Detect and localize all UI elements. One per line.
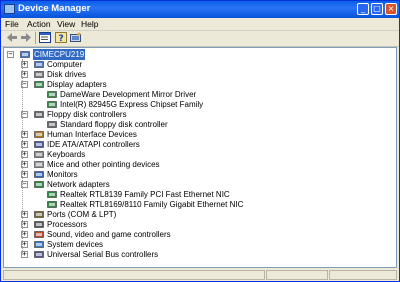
- sound-icon: [34, 230, 44, 239]
- monitor-icon: [34, 170, 44, 179]
- tree-connector-line: [22, 59, 23, 255]
- toolbar-separator: [35, 32, 36, 44]
- floppy-controller-icon: [34, 110, 44, 119]
- hid-icon: [34, 130, 44, 139]
- mouse-icon: [34, 160, 44, 169]
- system-device-icon: [34, 240, 44, 249]
- floppy-controller-icon: [47, 120, 57, 129]
- network-adapter-icon: [47, 200, 57, 209]
- maximize-button[interactable]: □: [371, 3, 383, 15]
- scan-hardware-icon[interactable]: [70, 32, 82, 43]
- tree-row[interactable]: + Universal Serial Bus controllers: [4, 250, 394, 260]
- port-icon: [34, 210, 44, 219]
- window-title: Device Manager: [18, 3, 91, 14]
- forward-icon[interactable]: [20, 32, 32, 43]
- menu-help[interactable]: Help: [81, 19, 98, 29]
- disk-drive-icon: [34, 70, 44, 79]
- menu-action[interactable]: Action: [27, 19, 51, 29]
- processor-icon: [34, 220, 44, 229]
- svg-text:?: ?: [59, 34, 64, 43]
- device-manager-app-icon: [4, 4, 15, 14]
- network-adapter-icon: [47, 190, 57, 199]
- display-adapter-icon: [34, 80, 44, 89]
- device-manager-window: Device Manager _ □ × File Action View He…: [0, 0, 400, 282]
- menu-view[interactable]: View: [57, 19, 75, 29]
- network-adapter-icon: [34, 180, 44, 189]
- help-icon[interactable]: ?: [55, 32, 67, 43]
- status-cell-main: [3, 270, 265, 280]
- title-bar[interactable]: Device Manager _ □ ×: [1, 1, 399, 18]
- close-button[interactable]: ×: [385, 3, 397, 15]
- display-adapter-icon: [47, 90, 57, 99]
- back-icon[interactable]: [6, 32, 18, 43]
- toolbar: ?: [1, 30, 399, 47]
- tree-item-label: Universal Serial Bus controllers: [47, 250, 159, 259]
- device-tree[interactable]: − CIMECPU219 + Computer + Disk drives − Display…: [3, 47, 397, 268]
- display-adapter-icon: [47, 100, 57, 109]
- properties-icon[interactable]: [39, 32, 51, 43]
- computer-icon: [34, 60, 44, 69]
- minimize-button[interactable]: _: [357, 3, 369, 15]
- computer-icon: [20, 50, 30, 59]
- status-cell-3: [329, 270, 397, 280]
- status-cell-2: [266, 270, 328, 280]
- keyboard-icon: [34, 150, 44, 159]
- usb-icon: [34, 250, 44, 259]
- collapse-toggle[interactable]: −: [7, 51, 14, 58]
- status-bar: [1, 269, 399, 281]
- menu-file[interactable]: File: [5, 19, 19, 29]
- ide-controller-icon: [34, 140, 44, 149]
